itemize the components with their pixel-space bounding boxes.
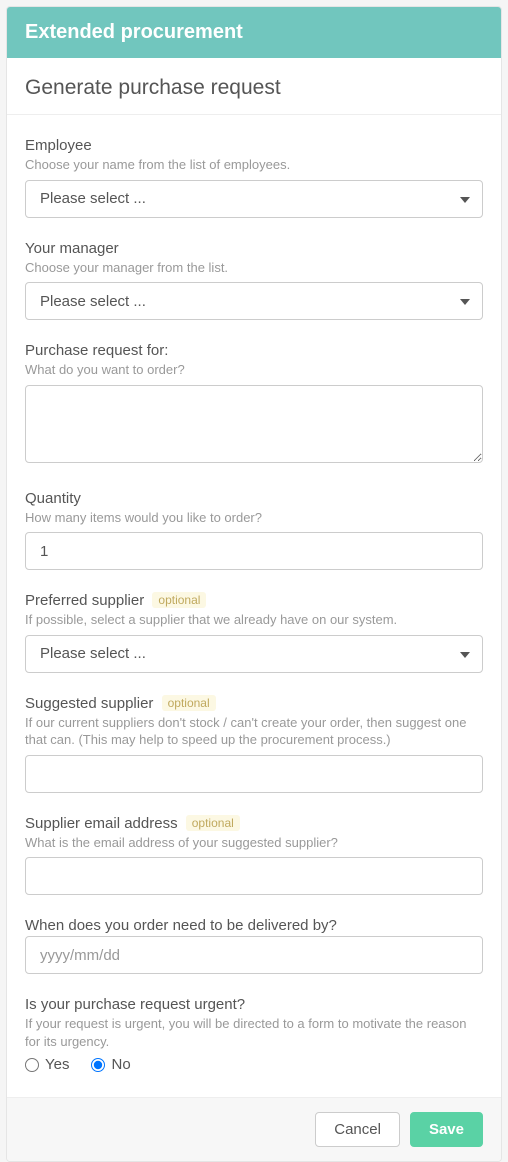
preferred-supplier-select[interactable]: Please select ... [25, 635, 483, 673]
quantity-label: Quantity [25, 490, 483, 507]
panel-title: Extended procurement [25, 21, 243, 43]
panel-body: Generate purchase request Employee Choos… [7, 58, 501, 1097]
supplier-email-label-text: Supplier email address [25, 815, 178, 832]
employee-select-value: Please select ... [40, 190, 146, 207]
page-title: Generate purchase request [25, 76, 483, 100]
field-request-for: Purchase request for: What do you want t… [25, 342, 483, 468]
supplier-email-hint: What is the email address of your sugges… [25, 834, 483, 852]
field-delivery-date: When does you order need to be delivered… [25, 917, 483, 974]
request-for-hint: What do you want to order? [25, 361, 483, 379]
preferred-supplier-label: Preferred supplier optional [25, 592, 483, 609]
chevron-down-icon [460, 197, 470, 203]
quantity-hint: How many items would you like to order? [25, 509, 483, 527]
panel-header: Extended procurement [7, 7, 501, 58]
request-for-label: Purchase request for: [25, 342, 483, 359]
employee-label: Employee [25, 137, 483, 154]
urgent-yes-option[interactable]: Yes [25, 1056, 69, 1073]
footer: Cancel Save [7, 1097, 501, 1161]
manager-hint: Choose your manager from the list. [25, 259, 483, 277]
optional-badge: optional [162, 695, 216, 711]
urgent-no-radio[interactable] [91, 1058, 105, 1072]
optional-badge: optional [152, 592, 206, 608]
request-for-textarea[interactable] [25, 385, 483, 463]
field-supplier-email: Supplier email address optional What is … [25, 815, 483, 896]
employee-select[interactable]: Please select ... [25, 180, 483, 218]
supplier-email-input[interactable] [25, 857, 483, 895]
supplier-email-label: Supplier email address optional [25, 815, 483, 832]
suggested-supplier-label-text: Suggested supplier [25, 695, 153, 712]
suggested-supplier-label: Suggested supplier optional [25, 695, 483, 712]
manager-select-value: Please select ... [40, 293, 146, 310]
urgent-hint: If your request is urgent, you will be d… [25, 1015, 483, 1050]
preferred-supplier-label-text: Preferred supplier [25, 592, 144, 609]
field-suggested-supplier: Suggested supplier optional If our curre… [25, 695, 483, 793]
manager-select[interactable]: Please select ... [25, 282, 483, 320]
urgent-label: Is your purchase request urgent? [25, 996, 483, 1013]
chevron-down-icon [460, 652, 470, 658]
field-manager: Your manager Choose your manager from th… [25, 240, 483, 321]
field-urgent: Is your purchase request urgent? If your… [25, 996, 483, 1073]
urgent-yes-label: Yes [45, 1056, 69, 1073]
employee-hint: Choose your name from the list of employ… [25, 156, 483, 174]
urgent-no-option[interactable]: No [91, 1056, 130, 1073]
cancel-button[interactable]: Cancel [315, 1112, 400, 1147]
field-preferred-supplier: Preferred supplier optional If possible,… [25, 592, 483, 673]
preferred-supplier-hint: If possible, select a supplier that we a… [25, 611, 483, 629]
delivery-date-label: When does you order need to be delivered… [25, 917, 483, 934]
panel: Extended procurement Generate purchase r… [6, 6, 502, 1162]
preferred-supplier-select-value: Please select ... [40, 645, 146, 662]
urgent-yes-radio[interactable] [25, 1058, 39, 1072]
field-quantity: Quantity How many items would you like t… [25, 490, 483, 571]
optional-badge: optional [186, 815, 240, 831]
quantity-input[interactable] [25, 532, 483, 570]
chevron-down-icon [460, 299, 470, 305]
field-employee: Employee Choose your name from the list … [25, 137, 483, 218]
suggested-supplier-input[interactable] [25, 755, 483, 793]
manager-label: Your manager [25, 240, 483, 257]
urgent-no-label: No [111, 1056, 130, 1073]
save-button[interactable]: Save [410, 1112, 483, 1147]
divider [7, 114, 501, 115]
delivery-date-input[interactable] [25, 936, 483, 974]
suggested-supplier-hint: If our current suppliers don't stock / c… [25, 714, 483, 749]
urgent-radio-group: Yes No [25, 1056, 483, 1073]
